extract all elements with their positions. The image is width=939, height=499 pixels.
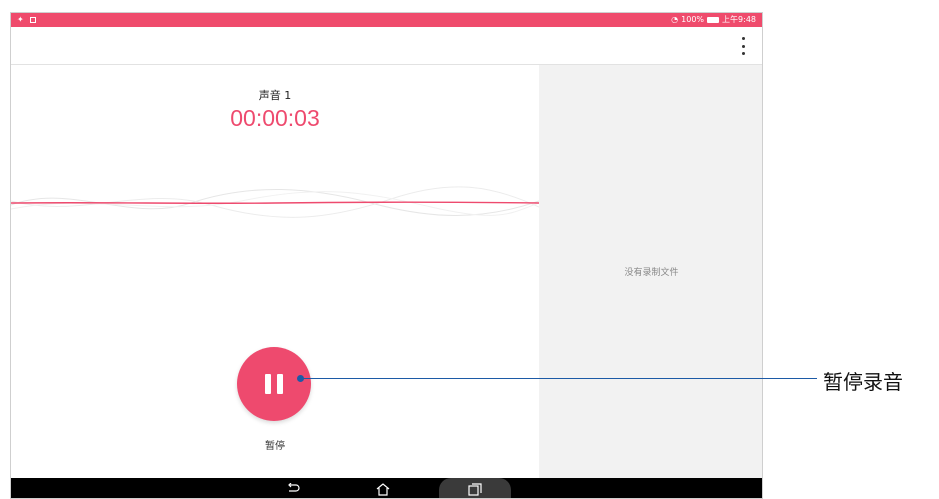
pause-button[interactable] [237,347,311,421]
wifi-icon: ◔ [671,15,679,24]
callout-dot [297,375,304,382]
battery-percent: 100% [681,15,705,24]
clock: 上午9:48 [722,15,756,24]
image-notification-icon [29,17,36,23]
navigation-bar [11,478,762,498]
callout-line [300,378,817,379]
pause-label: 暂停 [265,441,285,452]
status-right: ◔ 100% 上午9:48 [671,13,756,27]
battery-icon [707,17,720,23]
status-left: ✦ [17,13,36,27]
recent-apps-icon[interactable] [439,478,511,498]
more-vert-icon[interactable] [738,37,748,55]
app-bar [11,27,762,65]
recording-name: 声音 1 [258,89,292,102]
notification-icon: ✦ [17,15,24,24]
callout-label: 暂停录音 [823,370,903,394]
status-bar: ✦ ◔ 100% 上午9:48 [11,13,762,27]
back-icon[interactable] [279,478,309,498]
home-icon[interactable] [368,478,398,498]
recording-timer: 00:00:03 [230,105,320,131]
empty-state-message: 没有录制文件 [624,268,679,278]
device-screen: ✦ ◔ 100% 上午9:48 声音 1 00:00:03 暂停 没有录制文件 [10,12,763,499]
recorder-pane: 声音 1 00:00:03 暂停 [11,65,539,478]
pause-icon [265,374,271,394]
recordings-list-pane: 没有录制文件 [539,65,762,478]
waveform-visualizer [11,186,539,218]
